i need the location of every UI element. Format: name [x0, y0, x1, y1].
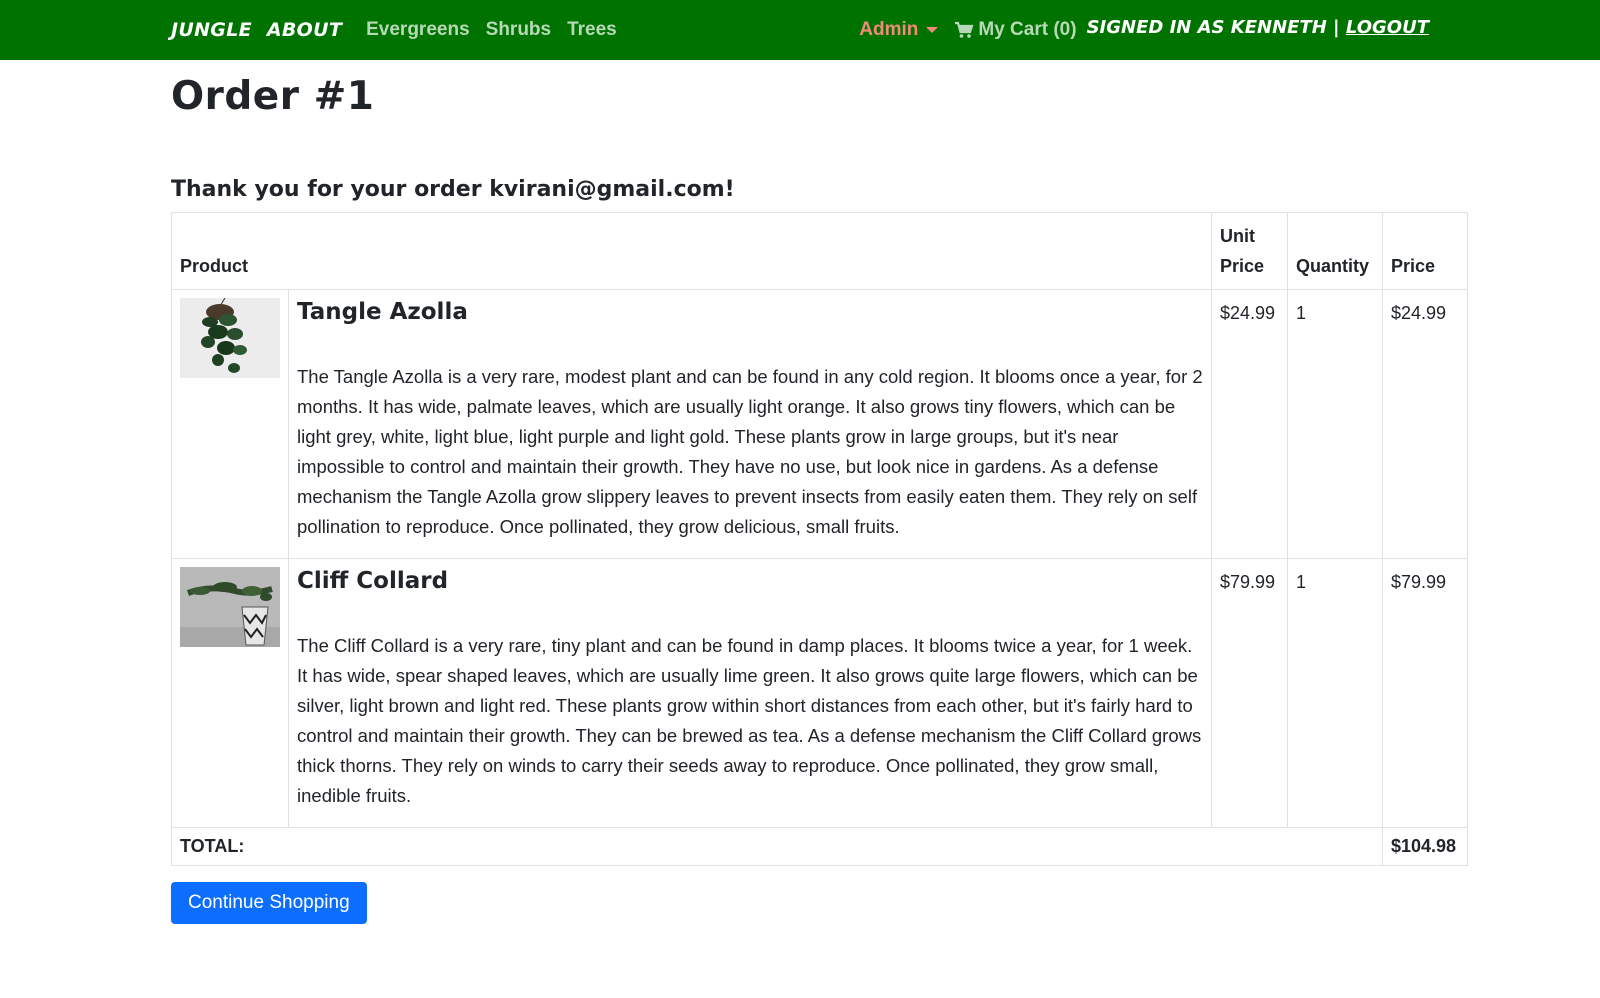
admin-label: Admin — [859, 19, 919, 40]
signed-in-text: Signed in as Kenneth | Logout — [1087, 17, 1429, 38]
nav-link-evergreens[interactable]: Evergreens — [366, 19, 470, 41]
cart-link[interactable]: My Cart (0) — [954, 19, 1077, 41]
quantity-cell: 1 — [1287, 558, 1383, 828]
table-header-row: Product Unit Price Quantity Price — [171, 212, 1468, 290]
navbar: Jungle About Evergreens Shrubs Trees Adm… — [0, 0, 1600, 60]
product-description: The Cliff Collard is a very rare, tiny p… — [297, 635, 1202, 806]
header-product: Product — [171, 212, 1212, 290]
nav-link-trees[interactable]: Trees — [567, 19, 617, 41]
product-image-cliff-collard[interactable] — [180, 567, 280, 647]
caret-down-icon — [926, 27, 939, 33]
total-label: TOTAL: — [171, 827, 1383, 866]
total-row: TOTAL: $104.98 — [171, 827, 1468, 866]
about-link[interactable]: About — [267, 19, 342, 41]
thank-you-message: Thank you for your order kvirani@gmail.c… — [171, 177, 735, 202]
product-image-tangle-azolla[interactable] — [180, 297, 280, 378]
page-title: Order #1 — [171, 74, 375, 119]
logout-link[interactable]: Logout — [1346, 17, 1429, 38]
product-image-cell — [171, 289, 289, 559]
header-unit-price: Unit Price — [1211, 212, 1288, 290]
table-row: Cliff Collard The Cliff Collard is a ver… — [171, 558, 1468, 828]
header-quantity: Quantity — [1287, 212, 1383, 290]
product-description: The Tangle Azolla is a very rare, modest… — [297, 366, 1203, 537]
quantity-cell: 1 — [1287, 289, 1383, 559]
main-content: Order #1 Thank you for your order kviran… — [0, 74, 1600, 924]
nav-right: Admin My Cart (0) Signed in as Kenneth |… — [859, 17, 1429, 41]
product-name: Cliff Collard — [297, 568, 449, 594]
price-cell: $79.99 — [1382, 558, 1468, 828]
product-info-cell: Tangle Azolla The Tangle Azolla is a ver… — [288, 289, 1212, 559]
product-info-cell: Cliff Collard The Cliff Collard is a ver… — [288, 558, 1212, 828]
order-table: Product Unit Price Quantity Price Tangle… — [171, 212, 1468, 866]
product-name: Tangle Azolla — [297, 299, 468, 325]
continue-shopping-button[interactable]: Continue Shopping — [171, 882, 367, 924]
cart-label: My Cart (0) — [978, 19, 1077, 40]
table-row: Tangle Azolla The Tangle Azolla is a ver… — [171, 289, 1468, 559]
price-cell: $24.99 — [1382, 289, 1468, 559]
shopping-cart-icon — [955, 21, 974, 38]
admin-dropdown[interactable]: Admin — [859, 19, 939, 41]
signed-in-label: Signed in as Kenneth | — [1086, 17, 1340, 38]
brand-link[interactable]: Jungle — [171, 19, 252, 41]
header-price: Price — [1382, 212, 1468, 290]
unit-price-cell: $24.99 — [1211, 289, 1288, 559]
product-image-cell — [171, 558, 289, 828]
total-value: $104.98 — [1382, 827, 1468, 866]
nav-link-shrubs[interactable]: Shrubs — [486, 19, 551, 41]
unit-price-cell: $79.99 — [1211, 558, 1288, 828]
